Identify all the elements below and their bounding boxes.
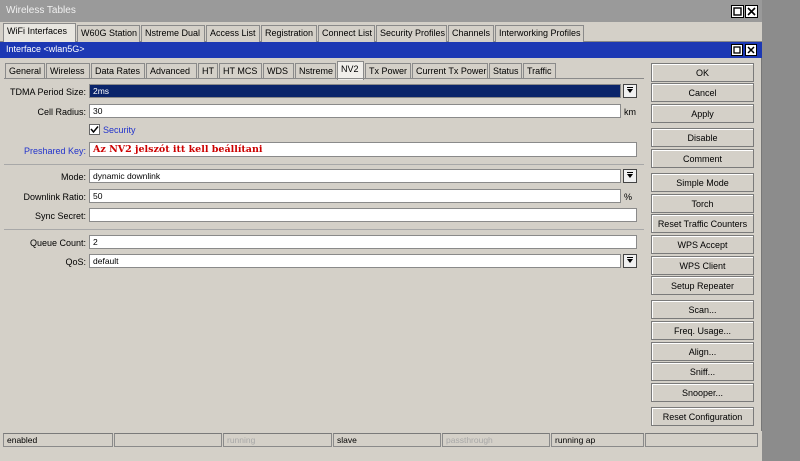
divider xyxy=(4,164,644,165)
tab-ht[interactable]: HT xyxy=(198,63,218,79)
status-enabled: enabled xyxy=(3,433,113,447)
sync-secret-label: Sync Secret: xyxy=(34,211,86,221)
queue-count-label: Queue Count: xyxy=(29,238,86,248)
tdma-period-select[interactable]: 2ms xyxy=(89,84,621,98)
simple-mode-button[interactable]: Simple Mode xyxy=(651,173,754,192)
wps-client-button[interactable]: WPS Client xyxy=(651,256,754,275)
divider xyxy=(4,229,644,230)
cell-radius-input[interactable]: 30 xyxy=(89,104,621,118)
security-checkbox[interactable] xyxy=(89,124,100,135)
reset-configuration-button[interactable]: Reset Configuration xyxy=(651,407,754,426)
sniff-button[interactable]: Sniff... xyxy=(651,362,754,381)
tab-registration[interactable]: Registration xyxy=(261,25,317,42)
qos-select[interactable]: default xyxy=(89,254,621,268)
tab-w60g-station[interactable]: W60G Station xyxy=(77,25,140,42)
tab-wifi-interfaces[interactable]: WiFi Interfaces xyxy=(3,23,76,43)
dropdown-arrow-icon[interactable] xyxy=(623,84,637,98)
dialog-body: General Wireless Data Rates Advanced HT … xyxy=(0,58,762,431)
setup-repeater-button[interactable]: Setup Repeater xyxy=(651,276,754,295)
window-title-bar: Wireless Tables xyxy=(0,0,762,22)
qos-label: QoS: xyxy=(65,257,86,267)
tab-security-profiles[interactable]: Security Profiles xyxy=(376,25,447,42)
maximize-icon[interactable] xyxy=(731,44,743,56)
tab-current-tx-power[interactable]: Current Tx Power xyxy=(412,63,488,79)
checkmark-icon xyxy=(90,126,99,134)
torch-button[interactable]: Torch xyxy=(651,194,754,213)
status-running: running xyxy=(223,433,332,447)
status-passthrough: passthrough xyxy=(442,433,550,447)
disable-button[interactable]: Disable xyxy=(651,128,754,147)
tab-wds[interactable]: WDS xyxy=(263,63,294,79)
tab-traffic[interactable]: Traffic xyxy=(523,63,556,79)
freq-usage-button[interactable]: Freq. Usage... xyxy=(651,321,754,340)
tab-status[interactable]: Status xyxy=(489,63,522,79)
background-area xyxy=(762,0,800,461)
ok-button[interactable]: OK xyxy=(651,63,754,82)
queue-count-input[interactable]: 2 xyxy=(89,235,637,249)
tab-channels[interactable]: Channels xyxy=(448,25,494,42)
apply-button[interactable]: Apply xyxy=(651,104,754,123)
downlink-ratio-label: Downlink Ratio: xyxy=(23,192,86,202)
mode-label: Mode: xyxy=(60,172,86,182)
comment-button[interactable]: Comment xyxy=(651,149,754,168)
status-bar: enabled running slave passthrough runnin… xyxy=(0,431,762,461)
tab-nstreme[interactable]: Nstreme xyxy=(295,63,336,79)
tab-advanced[interactable]: Advanced xyxy=(146,63,197,79)
reset-traffic-counters-button[interactable]: Reset Traffic Counters xyxy=(651,214,754,233)
dialog-title: Interface <wlan5G> xyxy=(6,44,85,54)
tab-wireless[interactable]: Wireless xyxy=(46,63,90,79)
mode-select[interactable]: dynamic downlink xyxy=(89,169,621,183)
dropdown-arrow-icon[interactable] xyxy=(623,254,637,268)
cell-radius-label: Cell Radius: xyxy=(37,107,86,117)
status-running-ap: running ap xyxy=(551,433,644,447)
dropdown-arrow-icon[interactable] xyxy=(623,169,637,183)
tab-general[interactable]: General xyxy=(5,63,45,79)
snooper-button[interactable]: Snooper... xyxy=(651,383,754,402)
close-icon[interactable] xyxy=(745,44,757,56)
tab-connect-list[interactable]: Connect List xyxy=(318,25,375,42)
scan-button[interactable]: Scan... xyxy=(651,300,754,319)
tab-interworking-profiles[interactable]: Interworking Profiles xyxy=(495,25,584,42)
tdma-period-label: TDMA Period Size: xyxy=(9,87,86,97)
cancel-button[interactable]: Cancel xyxy=(651,83,754,102)
window-title: Wireless Tables xyxy=(6,5,76,16)
downlink-ratio-input[interactable]: 50 xyxy=(89,189,621,203)
status-empty xyxy=(114,433,222,447)
close-icon[interactable] xyxy=(745,5,758,18)
tab-access-list[interactable]: Access List xyxy=(206,25,260,42)
sync-secret-input[interactable] xyxy=(89,208,637,222)
tab-separator xyxy=(4,78,644,79)
downlink-ratio-unit: % xyxy=(624,192,633,202)
dialog-title-bar: Interface <wlan5G> xyxy=(0,42,762,58)
align-button[interactable]: Align... xyxy=(651,342,754,361)
preshared-key-input[interactable]: Az NV2 jelszót itt kell beállítani xyxy=(89,142,637,157)
status-empty xyxy=(645,433,758,447)
wps-accept-button[interactable]: WPS Accept xyxy=(651,235,754,254)
tab-ht-mcs[interactable]: HT MCS xyxy=(219,63,262,79)
status-slave: slave xyxy=(333,433,441,447)
cell-radius-unit: km xyxy=(624,107,636,117)
outer-tab-bar: WiFi Interfaces W60G Station Nstreme Dua… xyxy=(0,22,762,43)
tab-nstreme-dual[interactable]: Nstreme Dual xyxy=(141,25,205,42)
security-label[interactable]: Security xyxy=(103,125,136,135)
tab-tx-power[interactable]: Tx Power xyxy=(365,63,411,79)
maximize-icon[interactable] xyxy=(731,5,744,18)
preshared-key-label[interactable]: Preshared Key: xyxy=(4,146,86,156)
tab-data-rates[interactable]: Data Rates xyxy=(91,63,145,79)
